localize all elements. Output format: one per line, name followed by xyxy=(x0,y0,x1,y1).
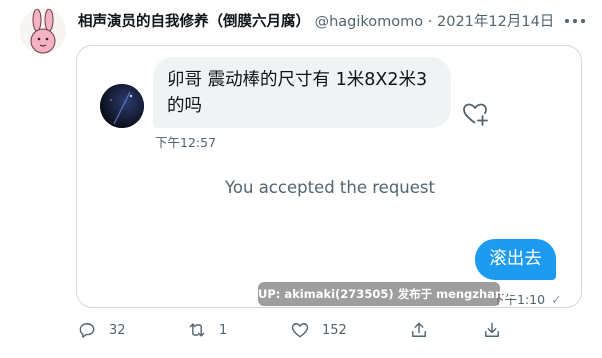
like-count: 152 xyxy=(322,322,347,338)
heart-plus-icon[interactable] xyxy=(461,100,489,128)
download-button[interactable] xyxy=(482,316,502,344)
tweet-date[interactable]: 2021年12月14日 xyxy=(437,14,554,30)
retweet-button[interactable]: 1 xyxy=(187,316,227,344)
tweet-header: 相声演员的自我修养（倒膜六月腐） @hagikomomo · 2021年12月1… xyxy=(78,11,583,33)
retweet-count: 1 xyxy=(219,322,228,338)
incoming-time: 下午12:57 xyxy=(155,135,217,150)
download-icon xyxy=(485,322,499,337)
reply-icon xyxy=(79,323,95,338)
night-sky-avatar-icon xyxy=(100,84,144,128)
share-button[interactable] xyxy=(409,316,429,344)
author-handle[interactable]: @hagikomomo xyxy=(315,14,424,30)
dm-avatar xyxy=(100,84,144,128)
watermark: UP: akimaki(273505) 发布于 mengzhan.cc xyxy=(258,282,521,306)
bunny-avatar-icon xyxy=(20,8,66,54)
reply-count: 32 xyxy=(109,322,126,338)
like-icon xyxy=(291,323,309,338)
share-icon xyxy=(412,322,426,337)
retweet-icon xyxy=(189,323,205,337)
header-separator: · xyxy=(427,14,433,30)
read-check-icon: ✓ xyxy=(551,292,562,307)
dm-screenshot-card[interactable]: 卯哥 震动棒的尺寸有 1米8X2米3的吗 下午12:57 You accepte… xyxy=(76,45,582,308)
outgoing-message: 滚出去 xyxy=(475,239,556,280)
system-message: You accepted the request xyxy=(225,178,435,197)
author-avatar[interactable] xyxy=(20,8,66,54)
reply-button[interactable]: 32 xyxy=(77,316,126,344)
more-icon[interactable] xyxy=(564,12,586,28)
tweet-actions: 32 1 152 xyxy=(0,316,602,344)
author-name[interactable]: 相声演员的自我修养（倒膜六月腐） xyxy=(78,14,310,30)
like-button[interactable]: 152 xyxy=(290,316,347,344)
incoming-message: 卯哥 震动棒的尺寸有 1米8X2米3的吗 xyxy=(153,57,451,128)
